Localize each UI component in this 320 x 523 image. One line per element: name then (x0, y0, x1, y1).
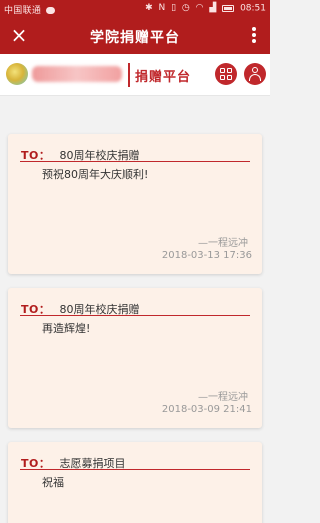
carrier-text: 中国联通 (4, 6, 42, 16)
user-head (252, 67, 258, 73)
status-icons: ✱ N ▯ ◷ ◠ ▟ 08:51 (145, 3, 266, 14)
grid-menu-icon[interactable] (215, 63, 237, 85)
status-bar: 中国联通 ✱ N ▯ ◷ ◠ ▟ 08:51 (0, 0, 270, 18)
timestamp: 2018-03-09 21:41 (161, 404, 252, 415)
carrier-label: 中国联通 (4, 3, 56, 16)
title-bar: × 学院捐赠平台 (0, 18, 270, 54)
alarm-icon: ◷ (181, 3, 190, 13)
platform-label: 捐赠平台 (135, 70, 192, 85)
clock-time: 08:51 (240, 3, 266, 14)
wifi-icon: ◠ (195, 3, 204, 13)
grid-square (227, 75, 232, 80)
blessing-card[interactable]: TO： 80周年校庆捐赠 预祝80周年大庆顺利! —一程远冲 2018-03-1… (8, 134, 262, 274)
recipient-row: TO： 80周年校庆捐赠 (21, 144, 139, 162)
more-dot (252, 39, 256, 43)
grid-square (220, 75, 225, 80)
blessing-card[interactable]: TO： 志愿募捐项目 祝福 (8, 442, 262, 523)
bluetooth-icon: ✱ (145, 3, 153, 13)
nfc-icon: N (158, 3, 166, 13)
brand-divider (128, 63, 130, 87)
blessing-message: 祝福 (42, 476, 64, 489)
wechat-icon (46, 7, 56, 14)
more-dot (252, 27, 256, 31)
more-icon[interactable] (250, 25, 258, 47)
brand-bar: 捐赠平台 (0, 54, 270, 96)
blessing-card[interactable]: TO： 80周年校庆捐赠 再造辉煌! —一程远冲 2018-03-09 21:4… (8, 288, 262, 428)
recipient-row: TO： 志愿募捐项目 (21, 452, 125, 470)
card-divider (20, 315, 250, 316)
card-divider (20, 469, 250, 470)
recipient-row: TO： 80周年校庆捐赠 (21, 298, 139, 316)
school-logo-icon (6, 63, 28, 85)
signature: —一程远冲 (198, 392, 248, 403)
card-divider (20, 161, 250, 162)
blessing-message: 再造辉煌! (42, 322, 91, 335)
grid-square (220, 68, 225, 73)
user-profile-icon[interactable] (244, 63, 266, 85)
vibrate-icon: ▯ (171, 3, 177, 13)
user-body (249, 74, 261, 81)
grid-square (227, 68, 232, 73)
battery-icon (222, 4, 235, 12)
more-dot (252, 33, 256, 37)
blessing-message: 预祝80周年大庆顺利! (42, 168, 149, 181)
signature: —一程远冲 (198, 238, 248, 249)
timestamp: 2018-03-13 17:36 (161, 250, 252, 261)
school-name-blurred (32, 66, 122, 82)
signal-icon: ▟ (209, 3, 217, 13)
page-title: 学院捐赠平台 (90, 30, 180, 46)
